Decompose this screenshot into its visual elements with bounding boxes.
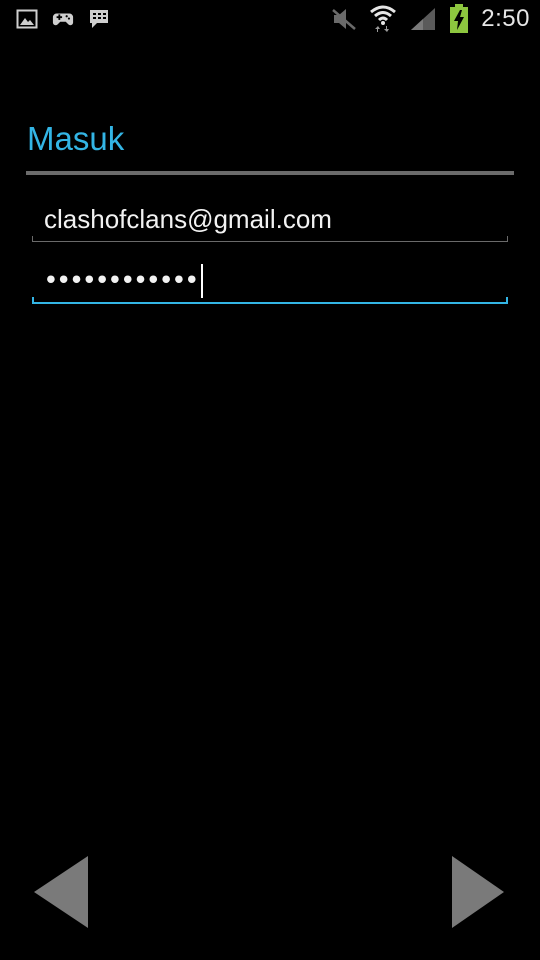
muted-volume-icon	[331, 8, 357, 30]
email-field-underline	[32, 236, 508, 242]
password-masked-text: ••••••••••••	[46, 263, 200, 295]
previous-button[interactable]	[30, 850, 110, 934]
status-bar: 2:50	[0, 0, 540, 38]
password-field[interactable]: ••••••••••••	[32, 254, 508, 304]
next-button[interactable]	[448, 850, 528, 934]
system-status-icons: 2:50	[331, 4, 530, 34]
wifi-icon	[369, 4, 397, 34]
gamepad-notification-icon	[52, 8, 74, 30]
battery-charging-icon	[449, 4, 469, 34]
left-arrow-icon	[34, 856, 88, 928]
status-clock: 2:50	[481, 5, 530, 32]
password-field-underline	[32, 297, 508, 304]
page-title: Masuk	[27, 120, 125, 157]
title-divider	[26, 171, 514, 175]
email-field[interactable]: clashofclans@gmail.com	[32, 196, 508, 242]
image-notification-icon	[16, 8, 38, 30]
notification-icons	[16, 8, 110, 30]
bbm-notification-icon	[88, 8, 110, 30]
signal-icon	[409, 6, 437, 32]
right-arrow-icon	[452, 856, 504, 928]
email-value: clashofclans@gmail.com	[44, 204, 332, 234]
password-value: ••••••••••••	[46, 264, 203, 298]
text-cursor	[200, 264, 203, 298]
